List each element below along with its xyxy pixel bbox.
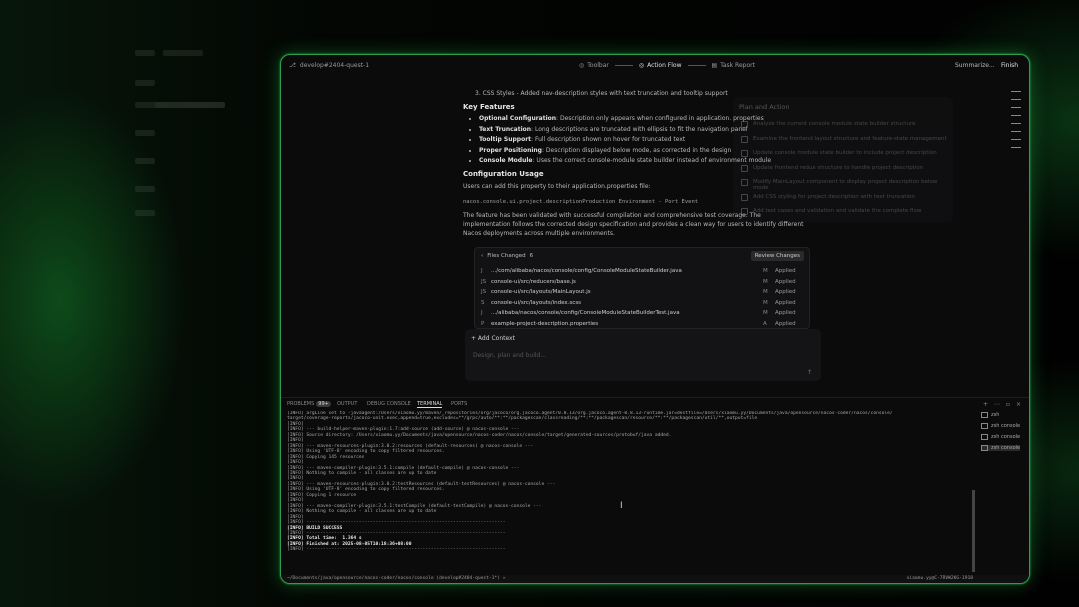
terminal-icon (981, 445, 988, 451)
file-type-icon: JS (481, 278, 487, 285)
file-status: Applied (775, 310, 796, 316)
ide-window: ⎇ develop#2404-quest-1 ◎ Toolbar ◎ Actio… (280, 54, 1030, 584)
send-icon[interactable]: ↑ (807, 369, 813, 376)
features-list: Optional Configuration: Description only… (463, 114, 813, 167)
terminal-prompt: ~/Documents/java/opensource/nacos-coder/… (281, 575, 1029, 583)
summarize-button[interactable]: Summarize... (955, 62, 995, 69)
step-action-flow[interactable]: ◎ Action Flow (639, 62, 682, 69)
minimap[interactable] (1011, 91, 1023, 155)
chat-line: 3. CSS Styles - Added nav-description st… (475, 90, 728, 97)
more-icon[interactable]: ⋯ (994, 401, 1000, 408)
terminal-session[interactable]: zsh (981, 412, 1020, 418)
file-status: Applied (775, 289, 796, 295)
terminal-sessions: zsh zsh console zsh console zsh console (981, 412, 1021, 456)
file-name: .../com/alibaba/nacos/console/config/Con… (491, 268, 682, 274)
tab-debug-console[interactable]: DEBUG CONSOLE (367, 401, 411, 407)
background-ghost-sidebar (135, 40, 275, 560)
terminal-icon (981, 423, 988, 429)
panel-actions: + ⋯ ▫ × (983, 401, 1021, 408)
terminal-icon (981, 412, 988, 418)
terminal-session[interactable]: zsh console (981, 434, 1020, 440)
file-status: Applied (775, 278, 796, 285)
files-changed-header[interactable]: ‹ Files Changed 6 (481, 253, 533, 259)
terminal-session[interactable]: zsh console (981, 423, 1020, 429)
action-flow-icon: ◎ (638, 62, 645, 69)
titlebar: ⎇ develop#2404-quest-1 ◎ Toolbar ◎ Actio… (281, 55, 1029, 77)
branch-name: develop#2404-quest-1 (299, 62, 370, 69)
review-changes-button[interactable]: Review Changes (750, 251, 804, 261)
config-usage-heading: Configuration Usage (463, 169, 544, 178)
terminal-icon (981, 434, 988, 440)
file-change-type: M (763, 289, 768, 295)
add-terminal-icon[interactable]: + (983, 401, 988, 408)
maximize-icon[interactable]: ▫ (1006, 401, 1010, 408)
chat-input[interactable] (471, 351, 775, 360)
step-toolbar[interactable]: ◎ Toolbar (579, 62, 609, 69)
prompt-host: xiaomu.yy@C-7RVW2KG-1918 (906, 576, 973, 581)
key-features-heading: Key Features (463, 102, 515, 111)
file-change-type: A (763, 320, 767, 327)
text-cursor-icon: I (620, 501, 623, 511)
file-status: Applied (775, 320, 796, 327)
list-item: Optional Configuration: Description only… (479, 114, 813, 125)
file-type-icon: P (481, 320, 485, 327)
step-task-report[interactable]: ▤ Task Report (712, 62, 755, 69)
config-code: nacos.console.ui.project.descriptionProd… (463, 198, 699, 205)
chevron-left-icon: ‹ (481, 253, 484, 259)
file-change-type: M (763, 310, 768, 316)
chat-input-area: + Add Context ↑ (465, 329, 821, 381)
finish-button[interactable]: Finish (1001, 62, 1018, 69)
file-name: example-project-description.properties (491, 320, 599, 327)
file-row[interactable]: JS console-ui/src/layouts/MainLayout.js M A… (481, 287, 803, 297)
workflow-steps: ◎ Toolbar ◎ Action Flow ▤ Task Report (579, 62, 755, 69)
tab-ports[interactable]: PORTS (451, 401, 467, 407)
list-item: Tooltip Support: Full description shown … (479, 135, 813, 146)
branch-icon: ⎇ (289, 62, 296, 69)
list-item: Text Truncation: Long descriptions are t… (479, 125, 813, 136)
step-connector (687, 65, 706, 66)
config-text: Users can add this property to their app… (463, 183, 651, 190)
close-icon[interactable]: × (1016, 401, 1021, 408)
files-changed-panel: ‹ Files Changed 6 Review Changes J .../co… (474, 247, 810, 329)
toolbar-icon: ◎ (579, 62, 585, 69)
problems-count-badge: 99+ (316, 401, 331, 407)
file-status: Applied (775, 268, 796, 274)
file-name: console-ui/src/layouts/index.scss (491, 299, 582, 306)
terminal-session[interactable]: zsh console (981, 445, 1021, 451)
terminal-output[interactable]: [INFO] argLine set to -javaagent:/Users/… (287, 411, 967, 577)
panel-tabs: PROBLEMS 99+ OUTPUT DEBUG CONSOLE TERMINA… (281, 397, 1029, 410)
file-change-type: M (763, 268, 768, 274)
branch-indicator[interactable]: ⎇ develop#2404-quest-1 (289, 62, 369, 69)
terminal-line: [INFO] ---------------------------------… (287, 547, 506, 553)
file-name: .../alibaba/nacos/console/config/Console… (491, 310, 680, 316)
file-change-type: M (763, 278, 768, 285)
file-type-icon: J (481, 310, 483, 316)
list-item: Proper Positioning: Description displaye… (479, 146, 813, 157)
file-row[interactable]: Sconsole-ui/src/layouts/index.scss M Appli… (481, 298, 803, 308)
terminal-scrollbar[interactable] (972, 490, 975, 572)
file-row[interactable]: J .../alibaba/nacos/console/config/Consol… (481, 308, 803, 318)
tab-terminal[interactable]: TERMINAL (417, 401, 443, 408)
file-status: Applied (775, 299, 796, 306)
file-name: console-ui/src/layouts/MainLayout.js (491, 289, 591, 295)
validation-text: The feature has been validated with succ… (463, 212, 804, 237)
file-name: console-ui/src/reducers/base.js (491, 278, 576, 285)
file-row[interactable]: J .../com/alibaba/nacos/console/config/Co… (481, 266, 803, 276)
list-item: Console Module: Uses the correct console… (479, 156, 813, 167)
step-connector (614, 65, 633, 66)
file-type-icon: JS (481, 289, 487, 295)
tab-output[interactable]: OUTPUT (337, 401, 357, 407)
tab-problems[interactable]: PROBLEMS 99+ (287, 401, 331, 407)
file-change-type: M (763, 299, 768, 306)
prompt-path: ~/Documents/java/opensource/nacos-coder/… (287, 576, 506, 581)
file-type-icon: J (481, 268, 483, 274)
file-row[interactable]: Pexample-project-description.properties A… (481, 319, 803, 329)
file-row[interactable]: JS console-ui/src/reducers/base.js M Applie… (481, 277, 803, 287)
file-type-icon: S (481, 299, 485, 306)
add-context-button[interactable]: + Add Context (471, 335, 515, 342)
task-report-icon: ▤ (711, 62, 718, 69)
